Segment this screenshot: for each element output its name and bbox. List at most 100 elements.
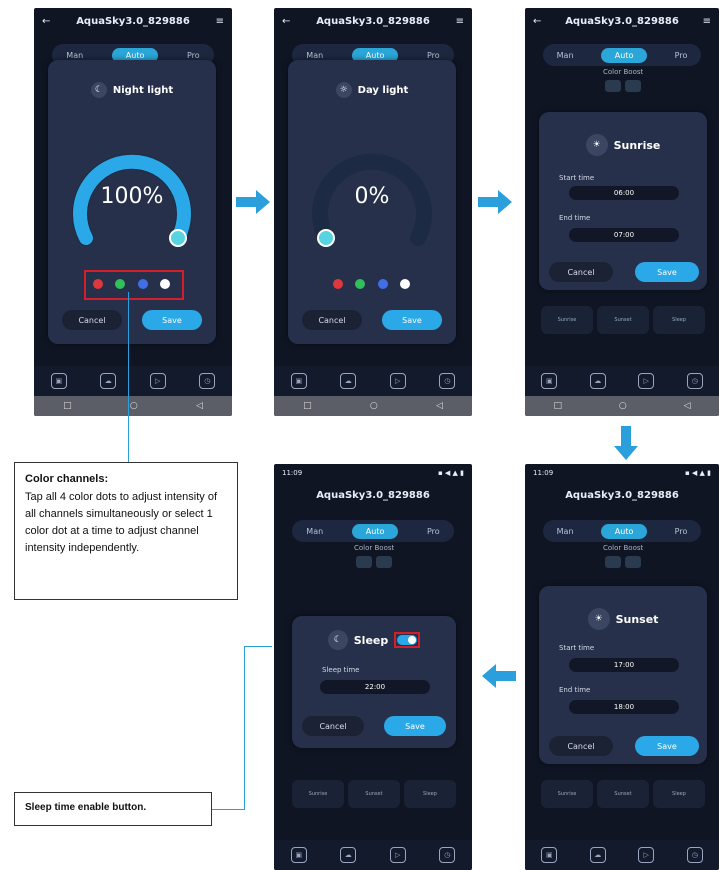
schedule-card-sunset[interactable]: Sunset	[597, 306, 649, 334]
bottom-nav: ▣ ☁ ▷ ◷	[525, 840, 719, 870]
cloud-icon[interactable]: ☁	[100, 373, 117, 389]
cancel-button[interactable]: Cancel	[549, 262, 613, 282]
sleep-time-field[interactable]: 22:00	[320, 680, 430, 694]
red-channel-dot[interactable]	[333, 279, 343, 289]
status-bar: 11:09 ▪ ◀ ▲ ▮	[274, 464, 472, 482]
cancel-button[interactable]: Cancel	[302, 716, 364, 736]
toggle-knob	[408, 636, 417, 644]
schedule-card-sunrise[interactable]: Sunrise	[292, 780, 344, 808]
end-time-field[interactable]: 07:00	[569, 228, 679, 242]
recent-apps-icon[interactable]: □	[63, 401, 72, 411]
color-boost-controls	[605, 556, 641, 568]
back-arrow-icon[interactable]: ←	[533, 16, 541, 27]
white-channel-dot[interactable]	[400, 279, 410, 289]
back-icon[interactable]: ◁	[684, 401, 691, 411]
tab-man[interactable]: Man	[557, 51, 574, 60]
moon-icon: ☾	[327, 630, 348, 650]
sleep-enable-toggle[interactable]	[397, 635, 418, 645]
white-channel-dot[interactable]	[160, 279, 170, 289]
menu-icon[interactable]: ≡	[216, 16, 224, 27]
save-button[interactable]: Save	[382, 310, 442, 330]
red-channel-dot[interactable]	[93, 279, 103, 289]
clock-icon[interactable]: ◷	[686, 373, 703, 389]
schedule-card-sleep[interactable]: Sleep	[653, 780, 705, 808]
color-boost-heart[interactable]	[376, 556, 392, 568]
blue-channel-dot[interactable]	[138, 279, 148, 289]
color-boost-heart[interactable]	[625, 80, 641, 92]
sunrise-icon: ☀	[585, 134, 608, 156]
dial-handle[interactable]	[169, 229, 187, 247]
start-time-field[interactable]: 17:00	[569, 658, 679, 672]
cloud-icon[interactable]: ☁	[340, 847, 357, 863]
export-icon[interactable]: ▣	[290, 373, 307, 389]
cloud-icon[interactable]: ☁	[340, 373, 357, 389]
preview-icon[interactable]: ▷	[638, 847, 655, 863]
tab-auto[interactable]: Auto	[600, 523, 648, 539]
export-icon[interactable]: ▣	[290, 847, 307, 863]
back-icon[interactable]: ◁	[196, 401, 203, 411]
green-channel-dot[interactable]	[115, 279, 125, 289]
tab-man[interactable]: Man	[557, 527, 574, 536]
schedule-card-sunset[interactable]: Sunset	[348, 780, 400, 808]
system-nav-bar: □ ○ ◁	[525, 396, 719, 416]
app-title: AquaSky3.0_829886	[76, 15, 190, 27]
preview-icon[interactable]: ▷	[638, 373, 655, 389]
schedule-card-sleep[interactable]: Sleep	[653, 306, 705, 334]
clock-icon[interactable]: ◷	[439, 373, 456, 389]
save-button[interactable]: Save	[635, 736, 699, 756]
back-icon[interactable]: ◁	[436, 401, 443, 411]
menu-icon[interactable]: ≡	[703, 16, 711, 27]
tab-man[interactable]: Man	[66, 51, 83, 60]
export-icon[interactable]: ▣	[50, 373, 67, 389]
home-icon[interactable]: ○	[619, 401, 627, 411]
tab-pro[interactable]: Pro	[427, 527, 440, 536]
cancel-button[interactable]: Cancel	[549, 736, 613, 756]
preview-icon[interactable]: ▷	[389, 373, 406, 389]
blue-channel-dot[interactable]	[378, 279, 388, 289]
dial-handle[interactable]	[317, 229, 335, 247]
clock-icon[interactable]: ◷	[199, 373, 216, 389]
clock-icon[interactable]: ◷	[439, 847, 456, 863]
home-icon[interactable]: ○	[370, 401, 378, 411]
tab-pro[interactable]: Pro	[675, 51, 688, 60]
color-boost-heart[interactable]	[625, 556, 641, 568]
schedule-card-sunrise[interactable]: Sunrise	[541, 780, 593, 808]
cancel-button[interactable]: Cancel	[302, 310, 362, 330]
schedule-card-sunrise[interactable]: Sunrise	[541, 306, 593, 334]
cloud-icon[interactable]: ☁	[589, 373, 606, 389]
save-button[interactable]: Save	[384, 716, 446, 736]
color-boost-on[interactable]	[605, 80, 621, 92]
schedule-card-sunset[interactable]: Sunset	[597, 780, 649, 808]
recent-apps-icon[interactable]: □	[553, 401, 562, 411]
save-button[interactable]: Save	[635, 262, 699, 282]
dialog-header: ☾ Sleep	[292, 630, 456, 650]
preview-icon[interactable]: ▷	[149, 373, 166, 389]
tab-pro[interactable]: Pro	[427, 51, 440, 60]
preview-icon[interactable]: ▷	[389, 847, 406, 863]
clock-icon[interactable]: ◷	[686, 847, 703, 863]
recent-apps-icon[interactable]: □	[303, 401, 312, 411]
menu-icon[interactable]: ≡	[456, 16, 464, 27]
schedule-card-sleep[interactable]: Sleep	[404, 780, 456, 808]
tab-auto[interactable]: Auto	[351, 523, 399, 539]
back-arrow-icon[interactable]: ←	[282, 16, 290, 27]
color-boost-on[interactable]	[356, 556, 372, 568]
status-icons: ▪ ◀ ▲ ▮	[684, 469, 711, 477]
tab-pro[interactable]: Pro	[675, 527, 688, 536]
tab-man[interactable]: Man	[306, 527, 323, 536]
tab-pro[interactable]: Pro	[187, 51, 200, 60]
tab-auto[interactable]: Auto	[600, 47, 648, 63]
cloud-icon[interactable]: ☁	[589, 847, 606, 863]
cancel-button[interactable]: Cancel	[62, 310, 122, 330]
save-button[interactable]: Save	[142, 310, 202, 330]
start-time-field[interactable]: 06:00	[569, 186, 679, 200]
green-channel-dot[interactable]	[355, 279, 365, 289]
home-icon[interactable]: ○	[130, 401, 138, 411]
export-icon[interactable]: ▣	[541, 847, 558, 863]
back-arrow-icon[interactable]: ←	[42, 16, 50, 27]
export-icon[interactable]: ▣	[541, 373, 558, 389]
end-time-field[interactable]: 18:00	[569, 700, 679, 714]
app-title: AquaSky3.0_829886	[316, 15, 430, 27]
tab-man[interactable]: Man	[306, 51, 323, 60]
color-boost-on[interactable]	[605, 556, 621, 568]
